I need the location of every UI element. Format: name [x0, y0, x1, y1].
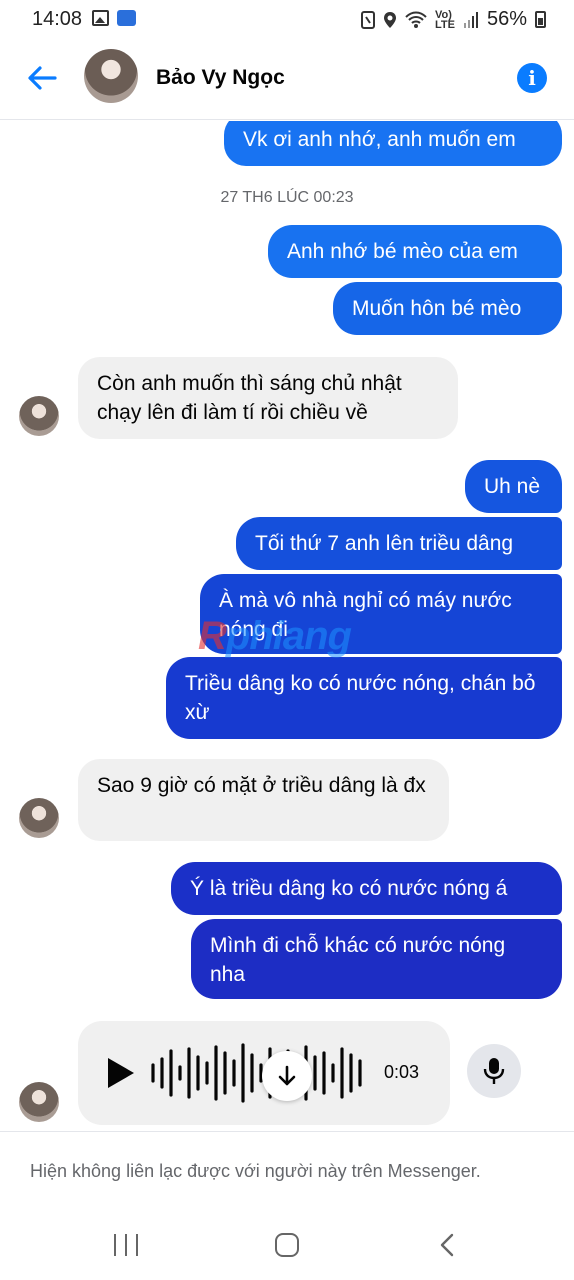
info-icon: i	[528, 66, 536, 90]
message-list[interactable]: Vk ơi anh nhớ, anh muốn em 27 TH6 LÚC 00…	[0, 121, 574, 1131]
play-icon[interactable]	[108, 1058, 134, 1088]
system-navigation-bar	[0, 1213, 574, 1280]
message-text: À mà vô nhà nghỉ có máy nước nóng đi	[219, 589, 512, 641]
wifi-icon	[405, 11, 427, 28]
voice-to-text-button[interactable]	[467, 1044, 521, 1098]
notice-text: Hiện không liên lạc được với người này t…	[30, 1161, 481, 1181]
voice-duration: 0:03	[384, 1062, 420, 1082]
status-bar: 14:08 Vo) LTE 56%	[0, 0, 574, 40]
message-timestamp: 27 TH6 LÚC 00:23	[220, 189, 354, 206]
message-text: Còn anh muốn thì sáng chủ nhật chạy lên …	[97, 372, 402, 424]
volte-bottom-label: LTE	[435, 18, 455, 31]
arrow-left-icon	[28, 66, 57, 90]
message-text: Tối thứ 7 anh lên triều dâng	[255, 532, 514, 555]
message-text: Uh nè	[484, 475, 541, 498]
contact-avatar-small[interactable]	[19, 396, 59, 436]
incoming-message[interactable]: Sao 9 giờ có mặt ở triều dâng là đx	[78, 759, 449, 841]
outgoing-message[interactable]: Triều dâng ko có nước nóng, chán bỏ xừ	[166, 657, 562, 739]
outgoing-message[interactable]: Uh nè	[465, 460, 562, 513]
message-text: Sao 9 giờ có mặt ở triều dâng là đx	[97, 774, 426, 797]
outgoing-message[interactable]: Muốn hôn bé mèo	[333, 282, 562, 335]
message-text: Vk ơi anh nhớ, anh muốn em	[243, 128, 516, 151]
signal-icon	[463, 11, 478, 28]
back-chevron-icon[interactable]	[436, 1233, 460, 1257]
outgoing-message[interactable]: À mà vô nhà nghỉ có máy nước nóng đi	[200, 574, 562, 654]
outgoing-message[interactable]: Anh nhớ bé mèo của em	[268, 225, 562, 278]
gallery-notification-icon	[92, 10, 109, 26]
back-button[interactable]	[24, 60, 60, 96]
message-text: Ý là triều dâng ko có nước nóng á	[190, 877, 508, 900]
chat-header: Bảo Vy Ngọc i	[0, 40, 574, 120]
nfc-icon	[361, 10, 375, 29]
status-time: 14:08	[32, 8, 83, 30]
message-text: Triều dâng ko có nước nóng, chán bỏ xừ	[185, 672, 536, 724]
battery-icon	[535, 11, 546, 28]
info-button[interactable]: i	[517, 63, 547, 93]
recent-apps-button[interactable]	[114, 1234, 138, 1256]
outgoing-message[interactable]: Tối thứ 7 anh lên triều dâng	[236, 517, 562, 570]
outgoing-message[interactable]: Ý là triều dâng ko có nước nóng á	[171, 862, 562, 915]
message-text: Mình đi chỗ khác có nước nóng nha	[210, 934, 506, 986]
battery-percent: 56%	[486, 8, 527, 30]
volte-indicator: Vo) LTE	[435, 8, 455, 31]
audio-waveform[interactable]	[150, 1041, 370, 1105]
outgoing-message[interactable]: Vk ơi anh nhớ, anh muốn em	[224, 121, 562, 166]
contact-avatar-small[interactable]	[19, 1082, 59, 1122]
arrow-down-icon	[278, 1065, 296, 1086]
incoming-message[interactable]: Còn anh muốn thì sáng chủ nhật chạy lên …	[78, 357, 458, 439]
contact-avatar[interactable]	[84, 49, 138, 103]
volte-top-label: Vo)	[435, 8, 452, 21]
message-text: Anh nhớ bé mèo của em	[287, 240, 518, 263]
contact-name[interactable]: Bảo Vy Ngọc	[156, 66, 285, 90]
message-text: Muốn hôn bé mèo	[352, 297, 522, 320]
microphone-icon	[483, 1058, 505, 1084]
app-notification-icon	[117, 10, 136, 26]
voice-message[interactable]: 0:03	[78, 1021, 450, 1125]
outgoing-message[interactable]: Mình đi chỗ khác có nước nóng nha	[191, 919, 562, 999]
home-button[interactable]	[275, 1233, 299, 1257]
unavailable-notice: Hiện không liên lạc được với người này t…	[0, 1131, 574, 1213]
contact-avatar-small[interactable]	[19, 798, 59, 838]
download-button[interactable]	[262, 1051, 312, 1101]
location-icon	[384, 11, 396, 28]
